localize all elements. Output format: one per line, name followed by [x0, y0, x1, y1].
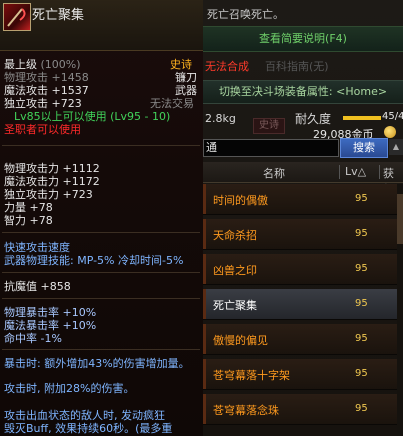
stat-line: 物理攻击力 +1112 — [4, 162, 100, 175]
effect-line: 毁灭Buff, 效果持续60秒。(最多重 — [4, 422, 173, 435]
independent-attack: 独立攻击 +723 — [4, 97, 82, 110]
row-accent — [203, 289, 206, 319]
effect-line: 暴击时: 额外增加43%的伤害增加量。 — [4, 357, 190, 370]
item-name: 死亡聚集 — [32, 8, 85, 23]
list-item-name: 死亡聚集 — [213, 299, 257, 312]
tooltip-divider — [2, 349, 200, 350]
list-item[interactable]: 傲慢的偏见 95 — [203, 324, 403, 355]
attack-speed: 快速攻击速度 — [4, 241, 70, 254]
tooltip-divider — [2, 145, 200, 146]
column-header-level[interactable]: Lv△ — [345, 165, 366, 178]
scrollbar-thumb[interactable] — [397, 194, 403, 244]
column-divider — [379, 165, 380, 179]
physical-attack: 物理攻击 +1458 — [4, 71, 89, 84]
gold-coin-icon — [384, 126, 396, 138]
rarity-tag: 史诗 — [253, 118, 285, 134]
column-header-name[interactable]: 名称 — [263, 165, 285, 181]
row-accent — [203, 254, 206, 284]
row-accent — [203, 219, 206, 249]
brief-description-button[interactable]: 查看简要说明(F4) — [203, 26, 403, 52]
effect-line: 攻击时, 附加28%的伤害。 — [4, 382, 135, 395]
tooltip-divider — [2, 232, 200, 233]
duel-attribute-toggle-button[interactable]: 切换至决斗场装备属性: <Home> — [203, 80, 403, 104]
skill-modifier: 武器物理技能: MP-5% 冷却时间-5% — [4, 254, 184, 267]
column-divider — [339, 165, 340, 179]
anti-magic: 抗魔值 +858 — [4, 280, 71, 293]
tooltip-divider — [2, 272, 200, 273]
level-requirement: Lv85以上可以使用 (Lv95 - 10) — [14, 110, 171, 123]
item-panel: 死亡召唤死亡。 查看简要说明(F4) 无法合成 百科指南(无) 切换至决斗场装备… — [203, 0, 403, 436]
list-item[interactable]: 苍穹幕落十字架 95 — [203, 359, 403, 390]
list-item[interactable]: 苍穹幕落念珠 95 — [203, 394, 403, 425]
magic-attack: 魔法攻击 +1537 — [4, 84, 89, 97]
search-button[interactable]: 搜索 — [340, 138, 388, 158]
durability-fill — [343, 116, 381, 120]
list-item-name: 傲慢的偏见 — [213, 334, 268, 347]
crit-line: 物理暴击率 +10% — [4, 306, 97, 319]
row-accent — [203, 324, 206, 354]
list-header: 名称 Lv△ 获得 — [203, 162, 403, 196]
item-grade: 最上级 (100%) — [4, 58, 81, 71]
list-item-name: 天命杀招 — [213, 229, 257, 242]
crit-line: 命中率 -1% — [4, 332, 62, 345]
list-item-name: 时间的偶傲 — [213, 194, 268, 207]
stat-line: 力量 +78 — [4, 201, 53, 214]
list-item-level: 95 — [355, 403, 368, 414]
scythe-icon — [3, 3, 31, 31]
trade-status: 无法交易 — [150, 97, 194, 110]
row-accent — [203, 359, 206, 389]
list-item-name: 凶兽之印 — [213, 264, 257, 277]
list-item-level: 95 — [355, 263, 368, 274]
item-tooltip: 死亡聚集 最上级 (100%) 史诗 物理攻击 +1458 镰刀 魔法攻击 +1… — [0, 0, 204, 436]
encyclopedia-link[interactable]: 百科指南(无) — [265, 58, 329, 74]
list-item-level: 95 — [355, 298, 368, 309]
stat-line: 智力 +78 — [4, 214, 53, 227]
item-weight: 2.8kg — [205, 112, 236, 125]
stat-line: 独立攻击力 +723 — [4, 188, 93, 201]
list-item-level: 95 — [355, 333, 368, 344]
row-accent — [203, 394, 206, 424]
effect-line: 攻击出血状态的敌人时, 发动疯狂 — [4, 409, 165, 422]
stat-line: 魔法攻击力 +1172 — [4, 175, 100, 188]
cannot-synthesize-label: 无法合成 — [205, 60, 249, 73]
row-accent — [203, 184, 206, 214]
list-item[interactable]: 死亡聚集 95 — [203, 289, 403, 320]
durability-value: 45/45 — [382, 111, 403, 122]
rarity-label: 史诗 — [170, 58, 192, 71]
search-input[interactable]: 通 — [203, 139, 339, 157]
weapon-type: 镰刀 — [175, 71, 197, 84]
list-item-level: 95 — [355, 193, 368, 204]
durability-label: 耐久度 — [295, 112, 332, 126]
list-item-name: 苍穹幕落念珠 — [213, 404, 279, 417]
class-requirement: 圣职者可以使用 — [4, 123, 81, 136]
list-item-level: 95 — [355, 228, 368, 239]
flavor-text: 死亡召唤死亡。 — [207, 8, 284, 21]
list-item[interactable]: 天命杀招 95 — [203, 219, 403, 250]
list-item[interactable]: 凶兽之印 95 — [203, 254, 403, 285]
list-scrollbar[interactable] — [397, 184, 403, 436]
crit-line: 魔法暴击率 +10% — [4, 319, 97, 332]
list-item-level: 95 — [355, 368, 368, 379]
durability-bar — [343, 116, 381, 120]
list-item-name: 苍穹幕落十字架 — [213, 369, 290, 382]
item-category: 武器 — [175, 84, 197, 97]
tooltip-divider — [2, 298, 200, 299]
scroll-up-arrow-icon[interactable]: ▲ — [389, 139, 403, 155]
list-item[interactable]: 时间的偶傲 95 — [203, 184, 403, 215]
